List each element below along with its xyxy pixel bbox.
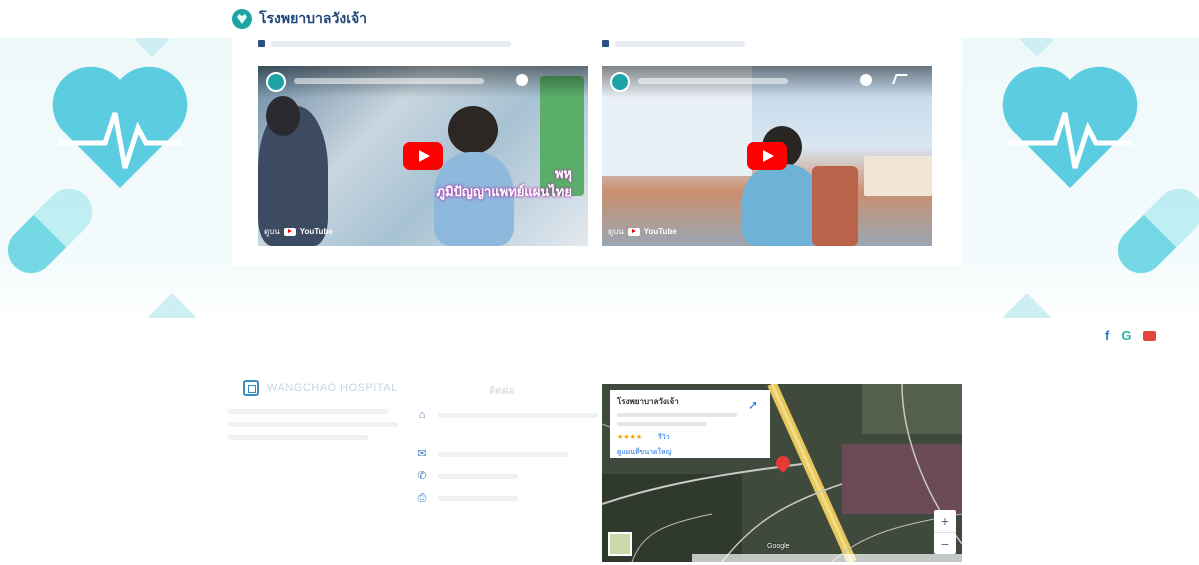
footer-hospital-name: WANGCHAO HOSPITAL [267,382,398,394]
contact-heading: ติดต่อ [489,386,515,397]
play-button[interactable] [747,142,787,170]
hospital-logo-icon [232,9,252,29]
google-icon[interactable]: G [1121,328,1131,343]
top-header: โรงพยาบาลวังเจ้า [0,0,1199,38]
map-place-name: โรงพยาบาลวังเจ้า [617,397,679,406]
reviews-link[interactable]: รีวิว [658,433,670,441]
video-section: พหุ ภูมิปัญญาแพทย์แผนไทย ดูบน YouTube ดู… [232,38,962,266]
youtube-logo-icon [627,227,640,236]
map-attribution [692,554,962,562]
footer-about-text [228,409,398,448]
home-icon: ⌂ [418,409,426,421]
youtube-video-1[interactable]: พหุ ภูมิปัญญาแพทย์แผนไทย ดูบน YouTube [258,66,588,246]
printer-icon: ⎙ [417,492,427,504]
hospital-building-icon [243,380,259,396]
brand[interactable]: โรงพยาบาลวังเจ้า [232,8,367,30]
footer-brand: WANGCHAO HOSPITAL [243,380,398,396]
page: โรงพยาบาลวังเจ้า พหุ ภูมิปัญญาแพทย์แผนไท… [0,0,1199,565]
map-place-card: โรงพยาบาลวังเจ้า ★★★★ รีวิว ดูแผนที่ขนาด… [610,390,770,458]
watch-later-icon[interactable] [516,74,528,86]
rating-stars: ★★★★ รีวิว [617,433,670,441]
video-caption [258,40,511,47]
video-overlay-text: พหุ ภูมิปัญญาแพทย์แผนไทย [436,167,572,200]
diamond-shape [135,38,169,57]
watch-later-icon[interactable] [860,74,872,86]
heart-pulse-icon [50,58,190,198]
google-watermark: Google [767,543,790,550]
youtube-icon[interactable] [1143,330,1157,341]
watch-on-youtube[interactable]: ดูบน YouTube [264,225,333,238]
larger-map-link[interactable]: ดูแผนที่ขนาดใหญ่ [617,447,763,458]
channel-avatar-icon[interactable] [266,72,286,92]
contact-fax: ⎙ [416,492,518,504]
map-layer-toggle[interactable] [608,532,632,556]
video-bullet-icon [258,40,265,47]
contact-phone[interactable]: ✆ [416,470,518,482]
social-links: f G [1105,328,1157,343]
brand-name: โรงพยาบาลวังเจ้า [259,11,368,27]
zoom-out-button[interactable]: − [934,533,956,555]
facebook-icon[interactable]: f [1105,328,1109,343]
diamond-shape [147,292,197,318]
phone-icon: ✆ [417,470,427,482]
play-button[interactable] [403,142,443,170]
contact-address: ⌂ [416,409,598,421]
channel-avatar-icon[interactable] [610,72,630,92]
directions-icon[interactable]: ➚ [748,398,762,412]
diamond-shape [1020,38,1054,57]
google-map-embed[interactable]: โรงพยาบาลวังเจ้า ★★★★ รีวิว ดูแผนที่ขนาด… [602,384,962,562]
heart-pulse-icon [1000,58,1140,198]
video-caption [602,40,745,47]
map-zoom-controls: + − [934,510,956,554]
contact-email[interactable]: ✉ [416,448,568,460]
watch-on-youtube[interactable]: ดูบน YouTube [608,225,677,238]
zoom-in-button[interactable]: + [934,510,956,533]
youtube-video-2[interactable]: ดูบน YouTube [602,66,932,246]
diamond-shape [1002,292,1052,318]
video-bullet-icon [602,40,609,47]
youtube-logo-icon [283,227,296,236]
email-icon: ✉ [417,448,427,460]
